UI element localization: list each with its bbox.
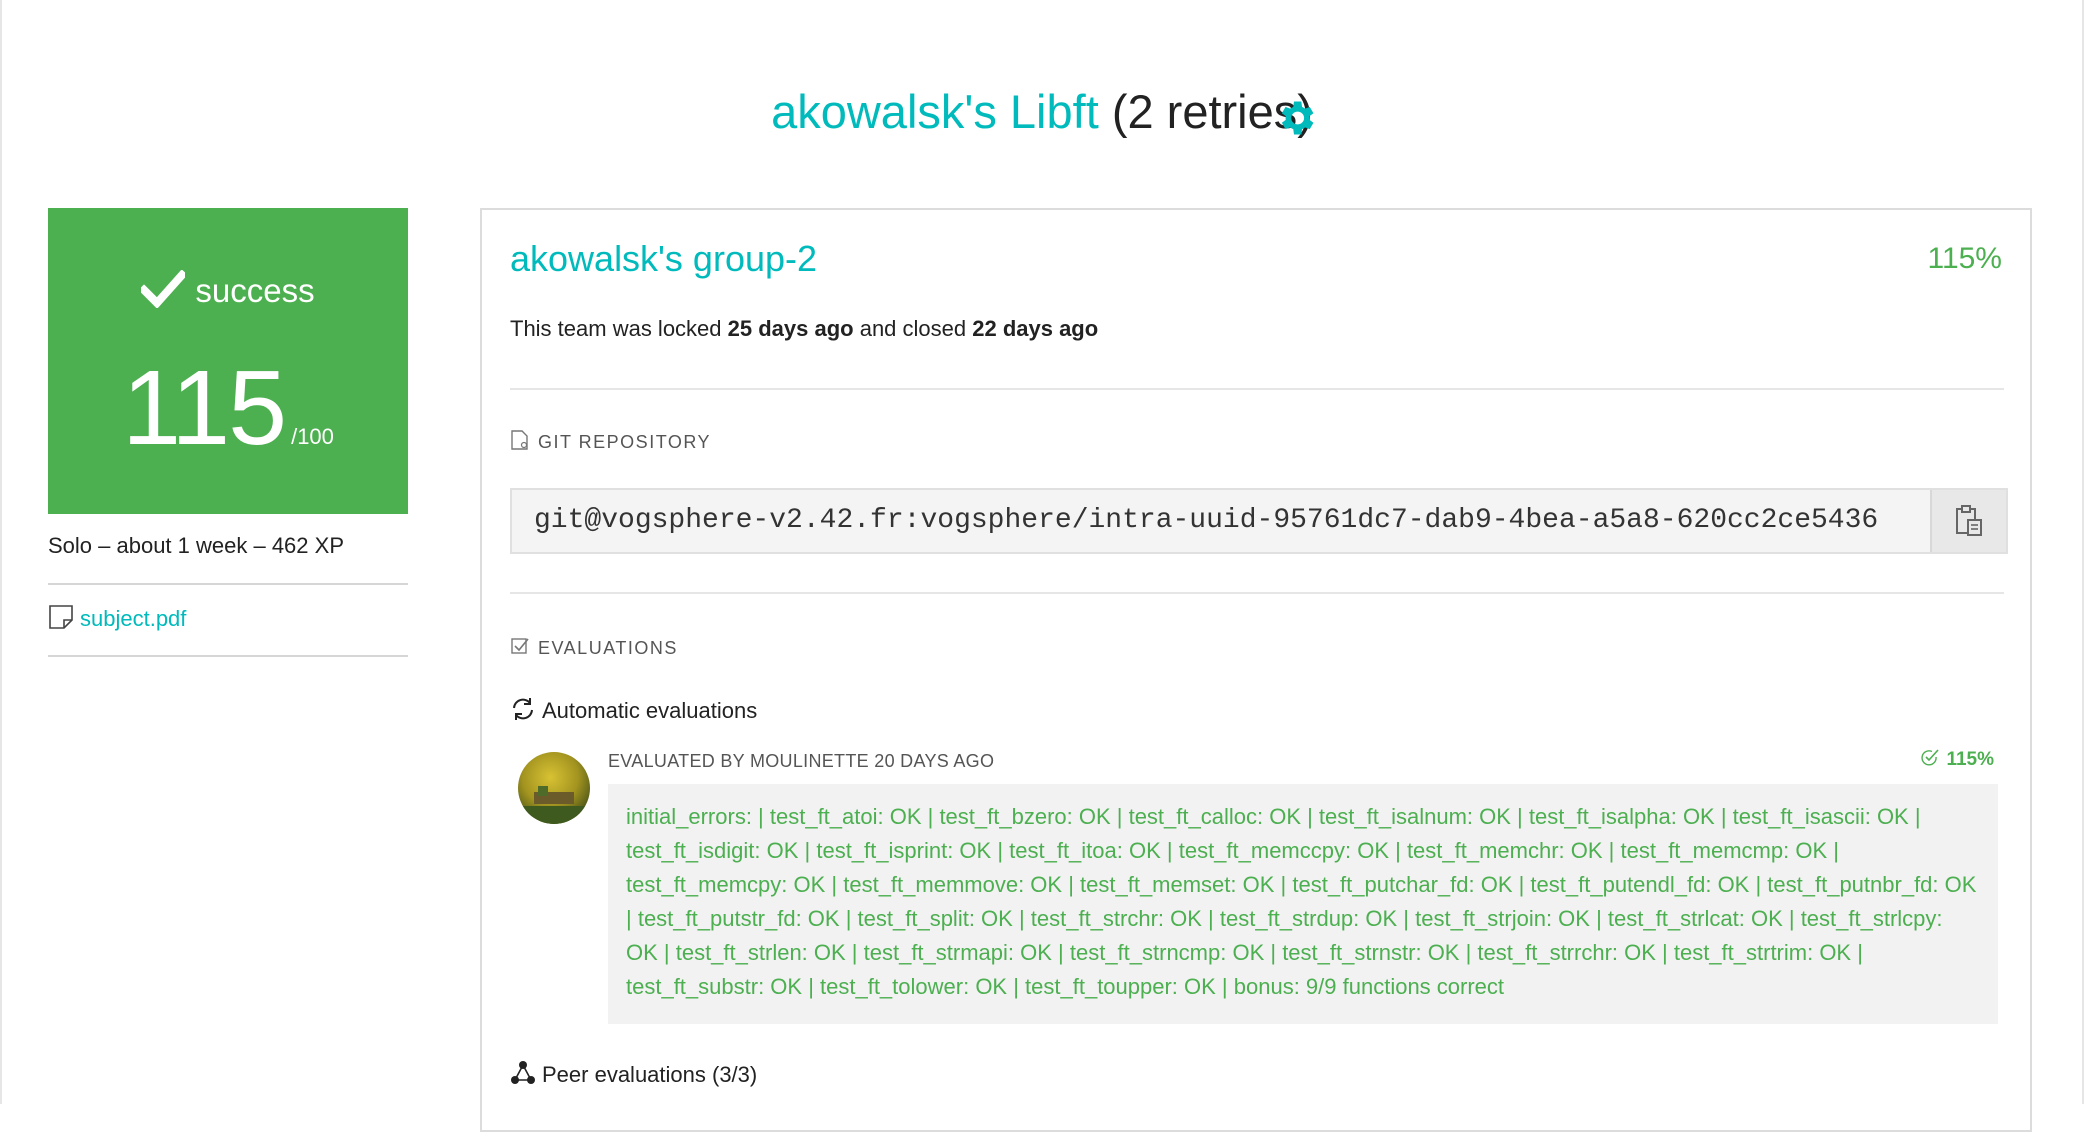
closed-time: 22 days ago — [972, 316, 1099, 341]
peer-evaluations-label: Peer evaluations (3/3) — [542, 1062, 758, 1087]
divider — [48, 583, 408, 585]
evaluation-score: 115% — [1920, 748, 1994, 771]
team-percent: 115% — [1927, 242, 2002, 275]
score-value: 115 — [122, 349, 287, 467]
gear-icon[interactable] — [1274, 96, 1318, 140]
moulinette-avatar[interactable] — [518, 752, 590, 824]
evaluation-log: initial_errors: | test_ft_atoi: OK | tes… — [608, 784, 1998, 1024]
checkmark-icon — [138, 269, 189, 309]
evaluation-score-value: 115% — [1946, 749, 1994, 770]
automatic-evaluations-label: Automatic evaluations — [542, 698, 758, 723]
peer-evaluations-heading: Peer evaluations (3/3) — [510, 1060, 757, 1088]
project-owner-link[interactable]: akowalsk's Libft — [771, 85, 1099, 138]
team-lock-status: This team was locked 25 days ago and clo… — [510, 316, 1098, 342]
git-repository-field: git@vogsphere-v2.42.fr:vogsphere/intra-u… — [510, 488, 2008, 554]
team-name-link[interactable]: akowalsk's group-2 — [510, 238, 817, 280]
evaluations-heading: EVALUATIONS — [510, 636, 678, 659]
git-repository-label: GIT REPOSITORY — [538, 432, 712, 452]
subject-link-label[interactable]: subject.pdf — [80, 606, 186, 631]
project-info: Solo – about 1 week – 462 XP — [48, 533, 344, 558]
subject-link[interactable]: subject.pdf — [48, 604, 186, 632]
final-mark: 115/100 — [48, 348, 408, 469]
copy-button[interactable] — [1930, 490, 2006, 552]
locked-time: 25 days ago — [727, 316, 854, 341]
divider — [510, 388, 2004, 390]
check-circle-icon — [1921, 749, 1940, 766]
refresh-icon — [513, 698, 533, 720]
divider — [510, 592, 2004, 594]
document-icon — [49, 605, 73, 629]
git-repository-heading: GIT REPOSITORY — [510, 430, 711, 453]
evaluator-info: EVALUATED BY MOULINETTE 20 DAYS AGO — [608, 751, 995, 771]
score-card: success 115/100 — [48, 208, 408, 514]
evaluations-label: EVALUATIONS — [538, 638, 678, 658]
page-border-left — [0, 0, 2, 1104]
locked-prefix: This team was locked — [510, 316, 728, 341]
score-max: /100 — [291, 424, 334, 449]
repository-icon — [511, 430, 528, 450]
automatic-evaluations-heading: Automatic evaluations — [510, 696, 757, 724]
closed-prefix: and closed — [853, 316, 973, 341]
checkbox-icon — [511, 638, 529, 654]
divider — [48, 655, 408, 657]
status-label: success — [195, 272, 315, 309]
network-icon — [511, 1061, 535, 1084]
git-url-input[interactable]: git@vogsphere-v2.42.fr:vogsphere/intra-u… — [512, 490, 1932, 552]
status-badge: success — [48, 269, 408, 310]
page-title: akowalsk's Libft (2 retries) — [0, 84, 2084, 139]
team-panel: akowalsk's group-2 115% This team was lo… — [480, 208, 2032, 1132]
clipboard-icon — [1956, 505, 1982, 536]
